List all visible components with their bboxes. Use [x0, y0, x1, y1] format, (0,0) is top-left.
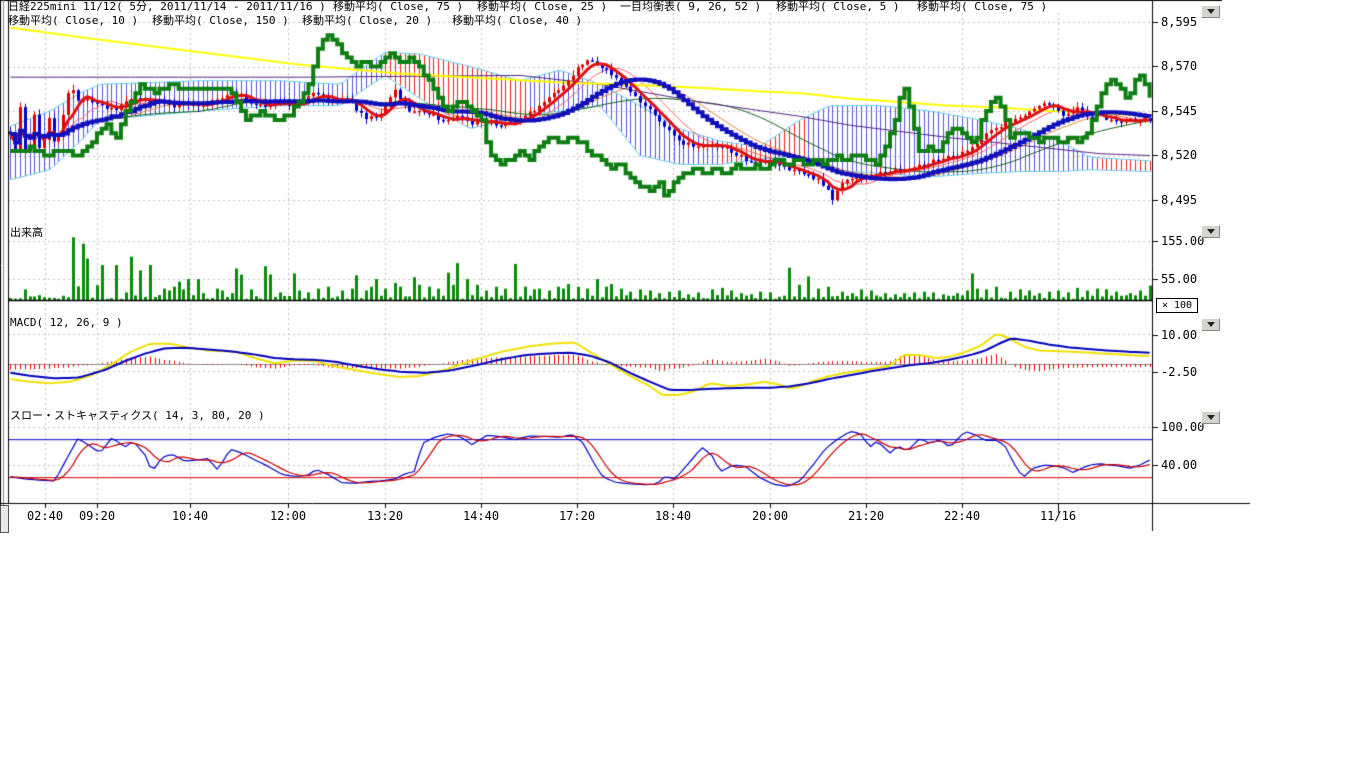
date-label: 11/16: [1040, 509, 1076, 523]
macd-tick-label: 10.00: [1161, 328, 1197, 342]
time-label: 14:40: [463, 509, 499, 523]
chevron-down-icon: [1207, 322, 1215, 327]
time-label: 12:00: [270, 509, 306, 523]
macd-panel-label: MACD( 12, 26, 9 ): [10, 316, 123, 329]
macd-tick-label: -2.50: [1161, 365, 1197, 379]
price-tick-label: 8,495: [1161, 193, 1197, 207]
stoch-tick-label: 100.00: [1161, 420, 1204, 434]
legend-ma75b: 移動平均( Close, 75 ): [917, 1, 1047, 13]
time-label: 13:20: [367, 509, 403, 523]
legend-ma10: 移動平均( Close, 10 ): [8, 15, 138, 27]
time-label: 22:40: [944, 509, 980, 523]
volume-multiplier-box: × 100: [1156, 298, 1198, 313]
legend-ma150: 移動平均( Close, 150 ): [152, 15, 289, 27]
time-label: 21:20: [848, 509, 884, 523]
volume-panel-label: 出来高: [10, 224, 43, 240]
time-label: 09:20: [79, 509, 115, 523]
chart-title: 日経225mini 11/12( 5分, 2011/11/14 - 2011/1…: [8, 1, 326, 13]
time-label: 20:00: [752, 509, 788, 523]
time-label: 10:40: [172, 509, 208, 523]
chevron-down-icon: [1207, 9, 1215, 14]
price-tick-label: 8,570: [1161, 59, 1197, 73]
volume-tick-label: 155.00: [1161, 234, 1204, 248]
chevron-down-icon: [1207, 229, 1215, 234]
macd-panel-dropdown-button[interactable]: [1201, 318, 1220, 331]
price-tick-label: 8,520: [1161, 148, 1197, 162]
price-tick-label: 8,595: [1161, 15, 1197, 29]
volume-panel-dropdown-button[interactable]: [1201, 225, 1220, 238]
price-panel-dropdown-button[interactable]: [1201, 5, 1220, 18]
chevron-down-icon: [1207, 415, 1215, 420]
vertical-scrollbar-fragment[interactable]: [0, 505, 9, 533]
time-label: 18:40: [655, 509, 691, 523]
price-tick-label: 8,545: [1161, 104, 1197, 118]
legend-ma40: 移動平均( Close, 40 ): [452, 15, 582, 27]
legend-ma5: 移動平均( Close, 5 ): [776, 1, 899, 13]
stoch-panel-label: スロー・ストキャスティクス( 14, 3, 80, 20 ): [10, 407, 265, 423]
legend-ma25: 移動平均( Close, 25 ): [477, 1, 607, 13]
legend-ichimoku: 一目均衡表( 9, 26, 52 ): [620, 1, 761, 13]
stoch-tick-label: 40.00: [1161, 458, 1197, 472]
volume-tick-label: 55.00: [1161, 272, 1197, 286]
legend-ma75: 移動平均( Close, 75 ): [333, 1, 463, 13]
chart-window: 日経225mini 11/12( 5分, 2011/11/14 - 2011/1…: [0, 0, 1366, 768]
legend-ma20: 移動平均( Close, 20 ): [302, 15, 432, 27]
time-label: 02:40: [27, 509, 63, 523]
stoch-panel-dropdown-button[interactable]: [1201, 411, 1220, 424]
time-label: 17:20: [559, 509, 595, 523]
